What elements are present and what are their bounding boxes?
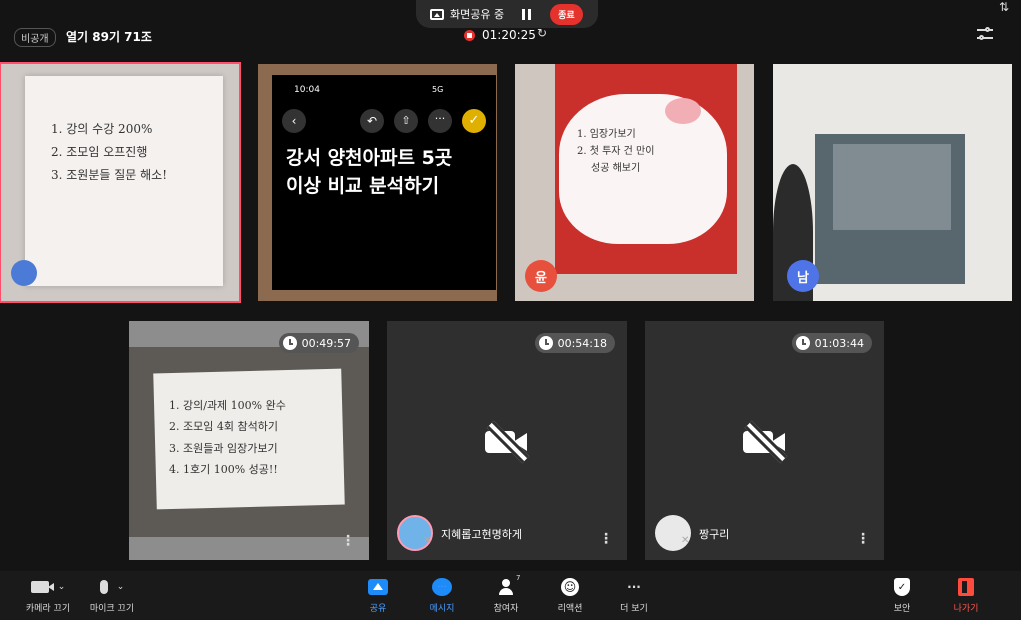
status-network: 5G (432, 85, 444, 94)
bow-icon (665, 98, 701, 124)
time-badge: 01:03:44 (791, 333, 872, 353)
smile-icon: ☺ (561, 578, 579, 596)
done-icon: ✓ (462, 109, 486, 133)
room-title: 열기 89기 71조 (66, 30, 152, 44)
refresh-icon[interactable]: ↻ (537, 26, 547, 40)
screen-share-label: 화면공유 중 (450, 8, 505, 21)
screen-share-icon (368, 579, 388, 595)
recording-icon (464, 30, 475, 41)
back-icon: ‹ (282, 109, 306, 133)
exit-icon (958, 578, 974, 596)
security-button[interactable]: ✓ 보안 (872, 576, 932, 614)
avatar (11, 260, 37, 286)
end-share-button[interactable]: 종료 (550, 3, 583, 25)
camera-icon (30, 581, 54, 593)
clock-icon (795, 336, 810, 350)
video-tile[interactable]: 1. 임장가보기 2. 첫 투자 건 만이 성공 해보기 윤 (515, 64, 754, 301)
monitor-icon (430, 8, 444, 20)
mic-off-icon: ✕ (423, 535, 432, 546)
chevron-down-icon[interactable]: ⌄ (117, 582, 125, 592)
pause-share-button[interactable] (522, 8, 532, 20)
message-button[interactable]: ··· 메시지 (412, 576, 472, 614)
more-options-icon[interactable]: ⋮ (856, 531, 870, 547)
chat-icon: ··· (432, 578, 452, 596)
avatar: 윤 (525, 260, 557, 292)
participant-name: 짱구리 (699, 528, 730, 541)
avatar: 남 (787, 260, 819, 292)
participants-button[interactable]: 7 참여자 (476, 574, 536, 614)
mic-off-icon: ✕ (681, 535, 690, 546)
shield-icon: ✓ (894, 578, 910, 596)
more-options-icon[interactable]: ⋮ (341, 533, 355, 549)
phone-screen: 10:04 5G ‹ ↶ ⇧ ··· ✓ 강서 양천아파트 5곳 이상 비교 분… (272, 75, 496, 290)
camera-off-icon (741, 420, 789, 463)
video-tile[interactable]: 10:04 5G ‹ ↶ ⇧ ··· ✓ 강서 양천아파트 5곳 이상 비교 분… (258, 64, 497, 301)
chevron-down-icon[interactable]: ⌄ (58, 582, 66, 592)
video-tile[interactable]: 남 (773, 64, 1012, 301)
reaction-button[interactable]: ☺ 리액션 (540, 576, 600, 614)
clock-icon (282, 336, 297, 350)
undo-icon: ↶ (360, 109, 384, 133)
video-tile[interactable]: 1. 강의/과제 100% 완수 2. 조모임 4회 참석하기 3. 조원들과 … (129, 321, 369, 560)
more-button[interactable]: ··· 더 보기 (604, 576, 664, 614)
handwritten-note: 1. 강의 수강 200% 2. 조모임 오프진행 3. 조원분들 질문 해소! (51, 122, 168, 182)
settings-sliders-icon[interactable] (977, 27, 993, 41)
more-icon: ··· (627, 580, 641, 594)
status-time: 10:04 (294, 85, 320, 95)
meeting-timer: 01:20:25 (482, 28, 536, 42)
sort-icon[interactable]: ⇅ (999, 0, 1009, 14)
participant-name: 지혜롭고현명하게 (441, 528, 522, 541)
share-button[interactable]: 공유 (348, 576, 408, 614)
leave-button[interactable]: 나가기 (936, 576, 996, 614)
meeting-header: 비공개 열기 89기 71조 01:20:25 ↻ (0, 24, 1021, 48)
memo-text: 강서 양천아파트 5곳 이상 비교 분석하기 (286, 147, 453, 197)
time-badge: 00:49:57 (278, 333, 359, 353)
participant-count: 7 (516, 574, 521, 582)
visibility-badge: 비공개 (14, 28, 56, 47)
video-tile[interactable]: 01:03:44 ✕ 짱구리 ⋮ (645, 321, 884, 560)
camera-off-icon (483, 420, 531, 463)
video-tile[interactable]: 00:54:18 ✕ 지혜롭고현명하게 ⋮ (387, 321, 627, 560)
more-icon: ··· (428, 109, 452, 133)
clock-icon (538, 336, 553, 350)
time-badge: 00:54:18 (534, 333, 615, 353)
handwritten-note: 1. 임장가보기 2. 첫 투자 건 만이 성공 해보기 (577, 129, 655, 174)
camera-off-button[interactable]: ⌄ 카메라 끄기 (18, 576, 78, 614)
video-tile[interactable]: 1. 강의 수강 200% 2. 조모임 오프진행 3. 조원분들 질문 해소! (0, 62, 241, 303)
handwritten-note: 1. 강의/과제 100% 완수 2. 조모임 4회 참석하기 3. 조원들과 … (169, 399, 286, 477)
mic-off-button[interactable]: ⌄ 마이크 끄기 (82, 576, 142, 614)
bottom-toolbar: ⌄ 카메라 끄기 ⌄ 마이크 끄기 공유 ··· 메시지 7 참여자 ☺ 리액션… (0, 571, 1021, 620)
microphone-icon (99, 580, 108, 594)
person-icon (498, 579, 514, 595)
share-icon: ⇧ (394, 109, 418, 133)
more-options-icon[interactable]: ⋮ (599, 531, 613, 547)
